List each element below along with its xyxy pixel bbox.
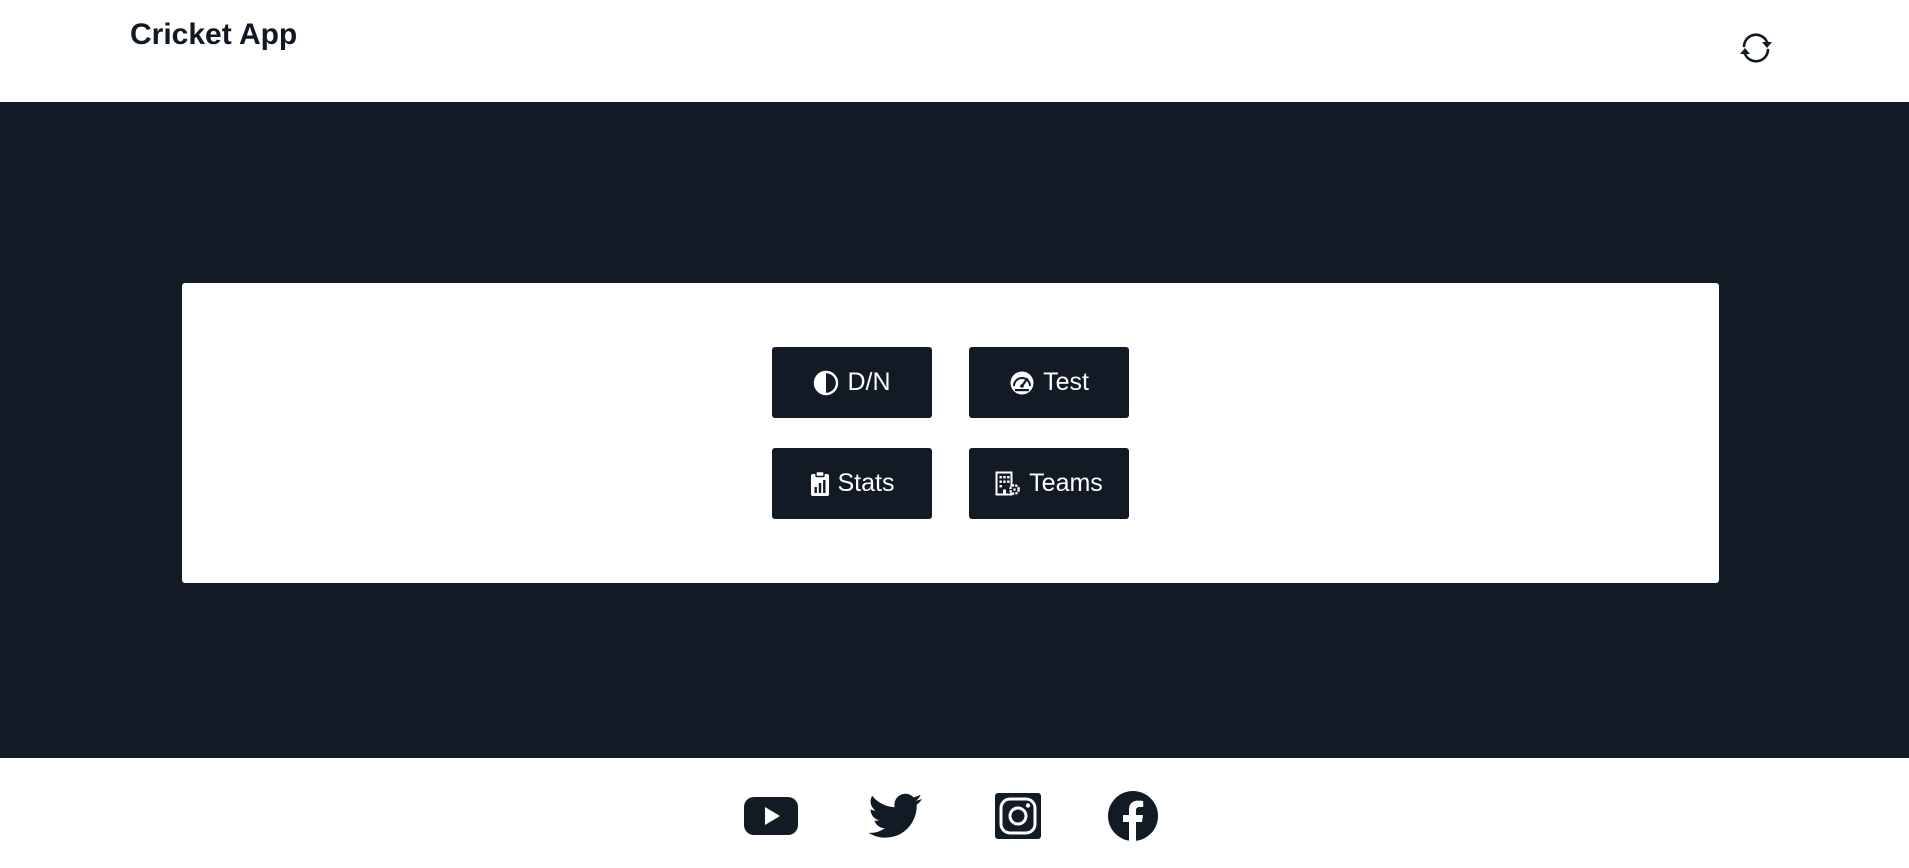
app-footer	[0, 758, 1909, 868]
main-section: D/N Test Stats Teams	[0, 102, 1909, 758]
facebook-link[interactable]	[1105, 788, 1161, 844]
refresh-icon	[1740, 33, 1772, 63]
instagram-icon	[995, 793, 1041, 839]
twitter-icon	[869, 793, 923, 838]
test-button-label: Test	[1043, 368, 1089, 396]
menu-card: D/N Test Stats Teams	[182, 283, 1719, 583]
refresh-button[interactable]	[1734, 28, 1778, 68]
instagram-link[interactable]	[990, 788, 1046, 844]
youtube-icon	[744, 797, 798, 835]
youtube-link[interactable]	[743, 788, 799, 844]
dn-button-label: D/N	[847, 368, 891, 396]
speedometer-icon	[1009, 370, 1035, 396]
stats-button-label: Stats	[837, 469, 895, 497]
app-title: Cricket App	[130, 18, 298, 51]
building-gear-icon	[995, 471, 1021, 497]
facebook-icon	[1108, 791, 1158, 842]
test-button[interactable]: Test	[969, 347, 1129, 418]
app-header: Cricket App	[0, 0, 1909, 102]
app-page: Cricket App D/N Test Stats Teams	[0, 0, 1909, 868]
clipboard-chart-icon	[810, 470, 830, 497]
stats-button[interactable]: Stats	[772, 448, 932, 519]
teams-button-label: Teams	[1029, 469, 1103, 497]
twitter-link[interactable]	[868, 788, 924, 844]
dn-button[interactable]: D/N	[772, 347, 932, 418]
contrast-icon	[813, 370, 839, 396]
teams-button[interactable]: Teams	[969, 448, 1129, 519]
